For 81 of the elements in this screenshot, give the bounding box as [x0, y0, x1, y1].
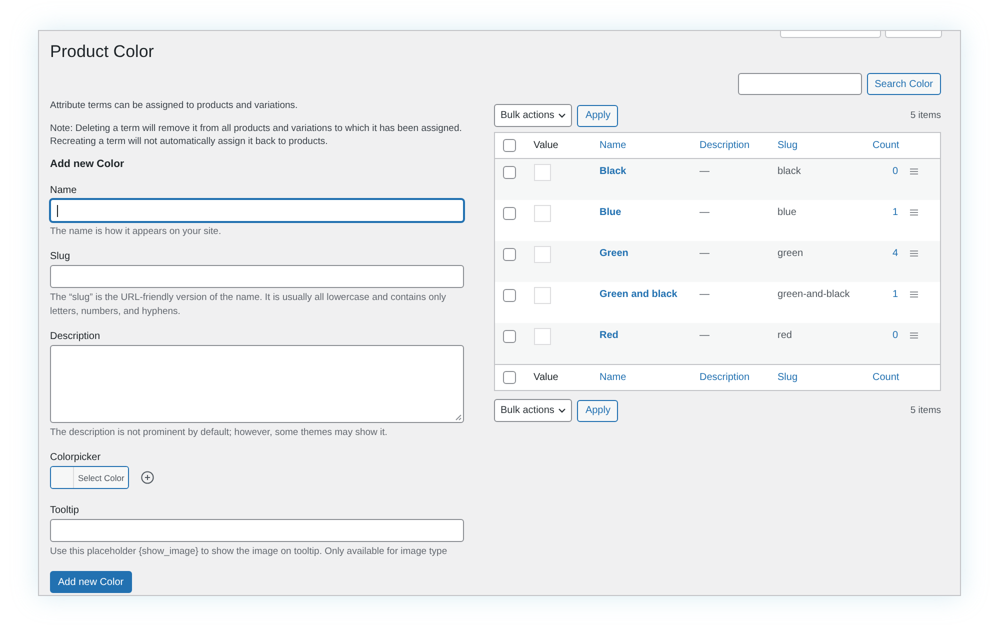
color-swatch [534, 164, 551, 181]
field-label: Name [50, 185, 78, 196]
chevron-down-icon [558, 113, 566, 118]
input-field[interactable] [50, 519, 464, 542]
slug-cell: black [778, 166, 801, 177]
help-text: The “slug” is the URL-friendly version of the name. It is usually all lowercase and contains only letters, numbers, and hyphens. [50, 291, 448, 319]
tab-button[interactable] [885, 31, 942, 38]
drag-handle-icon[interactable] [910, 209, 918, 216]
bulk-actions-select[interactable]: Bulk actions [494, 104, 572, 127]
field-label: Slug [50, 251, 72, 262]
term-name-link[interactable]: Blue [600, 207, 622, 218]
form-heading: Add new Color [50, 158, 126, 170]
slug-cell: blue [778, 207, 796, 218]
color-swatch [534, 205, 551, 222]
apply-button[interactable]: Apply [577, 400, 618, 422]
color-swatch [534, 328, 551, 345]
column-sort-link[interactable]: Slug [778, 140, 798, 151]
apply-button[interactable]: Apply [577, 104, 618, 126]
slug-cell: green [778, 248, 804, 259]
slug-cell: green-and-black [778, 289, 850, 300]
input-field[interactable] [50, 199, 464, 222]
column-header: Value [534, 140, 558, 151]
term-name-link[interactable]: Black [600, 166, 626, 177]
help-text: The name is how it appears on your site. [50, 225, 222, 239]
column-sort-link[interactable]: Name [600, 140, 626, 151]
field-label: Colorpicker [50, 452, 102, 463]
color-swatch [534, 246, 551, 263]
description-cell: — [700, 289, 710, 300]
description-cell: — [700, 248, 710, 259]
usage-number-link[interactable]: 4 [892, 248, 898, 259]
drag-handle-icon[interactable] [910, 250, 918, 257]
column-sort-link[interactable]: Description [700, 140, 750, 151]
row-checkbox[interactable] [502, 248, 516, 261]
row-checkbox[interactable] [502, 207, 516, 220]
term-name-link[interactable]: Green [600, 248, 628, 259]
help-text: The description is not prominent by default; however, some themes may show it. [50, 426, 388, 440]
column-sort-link[interactable]: Count [872, 140, 900, 151]
usage-number-link[interactable]: 0 [892, 330, 898, 341]
row-checkbox[interactable] [502, 166, 516, 179]
resize-handle-icon [454, 414, 462, 421]
description-cell: — [700, 166, 710, 177]
search-field[interactable] [738, 73, 862, 95]
input-field[interactable] [50, 265, 464, 288]
select-all-checkbox[interactable] [502, 371, 516, 384]
tab-button[interactable] [780, 31, 881, 38]
term-name-link[interactable]: Red [600, 330, 618, 341]
drag-handle-icon[interactable] [910, 168, 918, 175]
select-all-checkbox[interactable] [502, 139, 516, 152]
row-checkbox[interactable] [502, 289, 516, 302]
bulk-actions-select[interactable]: Bulk actions [494, 399, 572, 422]
items-count: 5 items [910, 110, 941, 121]
chevron-down-icon [558, 408, 566, 413]
column-header: Value [534, 372, 558, 383]
field-label: Tooltip [50, 505, 80, 516]
plus-circle-icon[interactable] [141, 471, 154, 484]
usage-number-link[interactable]: 1 [892, 289, 898, 300]
text-cursor [57, 204, 58, 216]
description-cell: — [700, 330, 710, 341]
field-label: Description [50, 331, 102, 342]
textarea-field[interactable] [50, 345, 464, 423]
add-new-color-button[interactable]: Add new Color [50, 571, 132, 593]
row-checkbox[interactable] [502, 330, 516, 343]
items-count: 5 items [910, 405, 941, 416]
slug-cell: red [778, 330, 792, 341]
description-cell: — [700, 207, 710, 218]
intro-text: Attribute terms can be assigned to products and variations. [50, 99, 299, 112]
term-name-link[interactable]: Green and black [600, 289, 678, 300]
drag-handle-icon[interactable] [910, 291, 918, 298]
column-sort-link[interactable]: Slug [778, 372, 798, 383]
usage-number-link[interactable]: 0 [892, 166, 898, 177]
column-sort-link[interactable]: Count [872, 372, 900, 383]
column-sort-link[interactable]: Name [600, 372, 626, 383]
select-color-button[interactable]: Select Color [50, 466, 130, 489]
search-button[interactable]: Search Color [866, 73, 941, 95]
note-text: Note: Deleting a term will remove it from all products and variations to which it has been assigned. Recreating a term will not automatically assign it back to products. [50, 122, 463, 148]
usage-number-link[interactable]: 1 [892, 207, 898, 218]
page-title: Product Color [50, 41, 155, 63]
color-swatch [534, 287, 551, 304]
column-sort-link[interactable]: Description [700, 372, 750, 383]
help-text: Use this placeholder {show_image} to show the image on tooltip. Only available for image type [50, 545, 448, 559]
drag-handle-icon[interactable] [910, 332, 918, 339]
